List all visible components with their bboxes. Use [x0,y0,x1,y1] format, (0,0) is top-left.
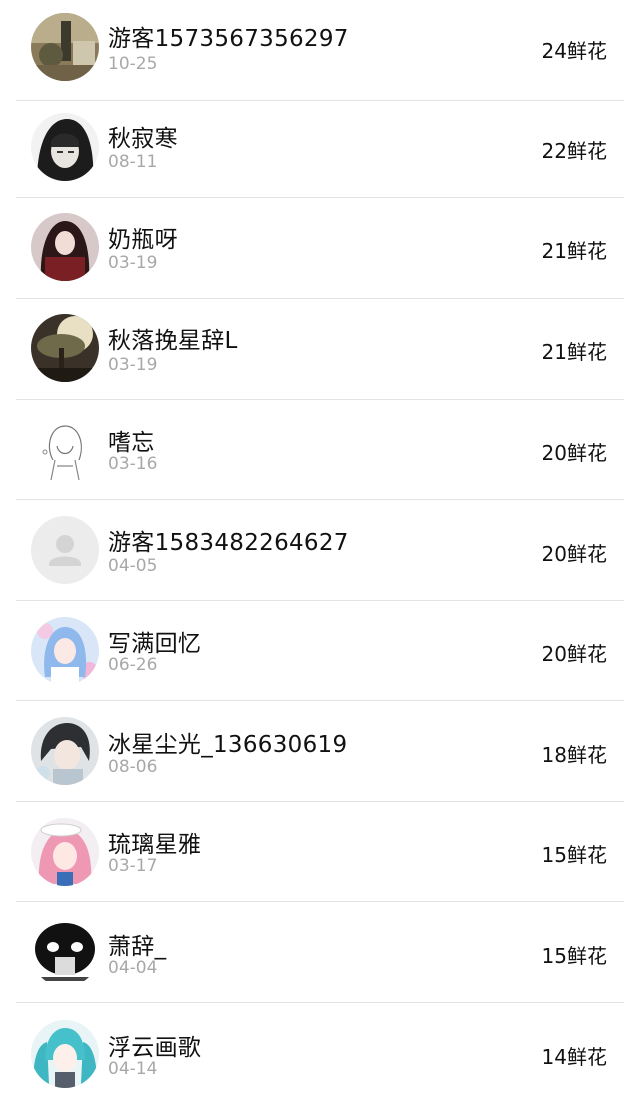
flower-count: 15鲜花 [541,843,607,867]
flower-count: 21鲜花 [541,239,607,263]
user-name: 萧辞_ [108,934,167,960]
avatar-hooded-figure-icon[interactable] [31,113,99,181]
gift-date: 03-17 [108,856,158,876]
user-name: 游客1573567356297 [108,26,349,52]
avatar-meme-face-icon[interactable] [31,919,99,987]
avatar-default-user-icon[interactable] [31,516,99,584]
user-name: 游客1583482264627 [108,530,349,556]
user-name: 冰星尘光_136630619 [108,732,348,758]
list-item[interactable]: 游客1583482264627 04-05 20鲜花 [0,500,640,601]
avatar-tree-scenery-icon[interactable] [31,314,99,382]
flower-count: 14鲜花 [541,1045,607,1069]
avatar-anime-boy-icon[interactable] [31,717,99,785]
user-name: 写满回忆 [108,631,202,657]
list-item[interactable]: 冰星尘光_136630619 08-06 18鲜花 [0,701,640,802]
list-item[interactable]: 写满回忆 06-26 20鲜花 [0,600,640,701]
gift-date: 03-16 [108,454,158,474]
list-item[interactable]: 奶瓶呀 03-19 21鲜花 [0,198,640,299]
list-item[interactable]: 秋落挽星辞L 03-19 21鲜花 [0,299,640,400]
gift-date: 04-04 [108,958,158,978]
list-item[interactable]: 游客1573567356297 10-25 24鲜花 [0,0,640,101]
flower-count: 20鲜花 [541,642,607,666]
list-item[interactable]: 萧辞_ 04-04 15鲜花 [0,902,640,1003]
user-name: 奶瓶呀 [108,227,178,253]
list-item[interactable]: 浮云画歌 04-14 14鲜花 [0,1003,640,1101]
avatar-anime-blue-hair-icon[interactable] [31,617,99,685]
flower-count: 22鲜花 [541,139,607,163]
gift-date: 10-25 [108,54,158,74]
user-name: 浮云画歌 [108,1035,202,1061]
gift-date: 03-19 [108,355,158,375]
user-name: 秋落挽星辞L [108,328,238,354]
flower-count: 20鲜花 [541,441,607,465]
flower-count: 21鲜花 [541,340,607,364]
avatar-photo-icon[interactable] [31,13,99,81]
gift-date: 04-14 [108,1059,158,1079]
list-item[interactable]: 嗜忘 03-16 20鲜花 [0,399,640,500]
user-name: 嗜忘 [108,430,155,456]
gift-date: 04-05 [108,556,158,576]
flower-count: 24鲜花 [541,39,607,63]
list-item[interactable]: 秋寂寒 08-11 22鲜花 [0,97,640,198]
gift-date: 06-26 [108,655,158,675]
avatar-anime-teal-twintails-icon[interactable] [31,1020,99,1088]
user-name: 秋寂寒 [108,126,178,152]
gift-date: 08-11 [108,152,158,172]
avatar-anime-pink-hair-icon[interactable] [31,818,99,886]
flower-count: 15鲜花 [541,944,607,968]
flower-ranking-list: 游客1573567356297 10-25 24鲜花 秋寂寒 08-11 22鲜… [0,0,640,1101]
gift-date: 03-19 [108,253,158,273]
flower-count: 18鲜花 [541,743,607,767]
user-name: 琉璃星雅 [108,832,202,858]
avatar-sketch-girl-icon[interactable] [31,416,99,484]
list-item[interactable]: 琉璃星雅 03-17 15鲜花 [0,801,640,902]
gift-date: 08-06 [108,757,158,777]
avatar-anime-dark-hair-icon[interactable] [31,213,99,281]
flower-count: 20鲜花 [541,542,607,566]
